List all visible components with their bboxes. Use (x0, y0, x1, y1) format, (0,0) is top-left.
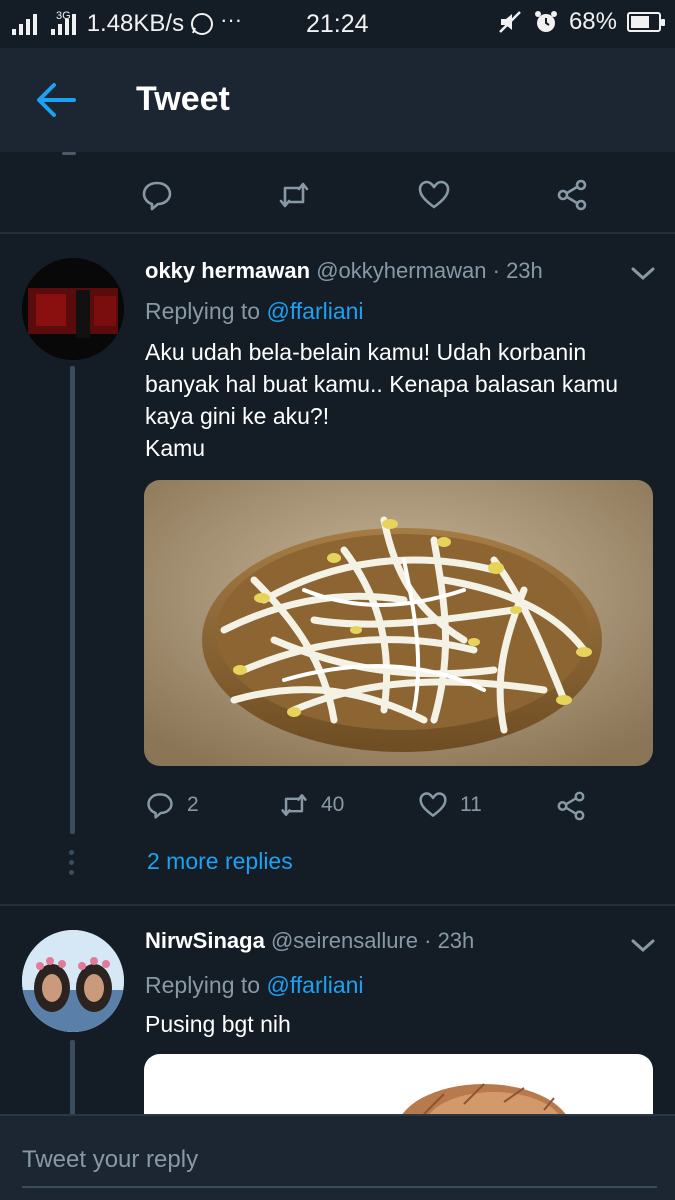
replying-to: Replying to @ffarliani (145, 298, 364, 325)
author-handle[interactable]: @seirensallure (271, 928, 418, 953)
reply-input-underline (22, 1186, 657, 1188)
status-bar: 3G 1.48KB/s ··· 21:24 68% (0, 0, 675, 48)
like-icon (419, 792, 447, 817)
author-name[interactable]: NirwSinaga (145, 928, 265, 953)
reply-action[interactable]: 2 (145, 790, 199, 820)
author-name[interactable]: okky hermawan (145, 258, 310, 283)
more-replies-dots (69, 850, 75, 880)
battery-fill (631, 16, 649, 28)
replying-prefix: Replying to (145, 298, 261, 324)
avatar[interactable] (22, 930, 124, 1032)
reply-icon (147, 793, 173, 819)
tweet-meta: okky hermawan @okkyhermawan · 23h (145, 258, 543, 284)
avatar[interactable] (22, 258, 124, 360)
retweet-icon (281, 794, 307, 816)
whatsapp-icon (191, 13, 214, 35)
reply-composer: Tweet your reply (0, 1114, 675, 1200)
share-icon[interactable] (555, 178, 589, 212)
tweet-nirw[interactable]: NirwSinaga @seirensallure · 23h Replying… (0, 906, 675, 1134)
share-icon[interactable] (555, 790, 587, 822)
like-action[interactable]: 11 (418, 790, 482, 820)
app-header: Tweet (0, 48, 675, 152)
like-count: 11 (460, 793, 482, 816)
retweet-icon[interactable] (277, 178, 311, 212)
retweet-action[interactable]: 40 (279, 790, 344, 820)
chevron-down-icon[interactable] (630, 266, 656, 282)
network-speed: 1.48KB/s (86, 10, 185, 37)
avatar-image (22, 258, 124, 360)
bean-sprouts-image (144, 480, 653, 766)
tweet-meta: NirwSinaga @seirensallure · 23h (145, 928, 474, 954)
parent-tweet-actions (0, 152, 675, 234)
mention-link[interactable]: @ffarliani (266, 972, 363, 998)
mention-link[interactable]: @ffarliani (266, 298, 363, 324)
replying-prefix: Replying to (145, 972, 261, 998)
alarm-icon (534, 11, 557, 32)
tweet-line: Aku udah bela-belain kamu! Udah korbanin (145, 339, 587, 365)
overflow-dots-icon: ··· (220, 7, 243, 32)
avatar-image (22, 930, 124, 1032)
page-title: Tweet (136, 80, 230, 118)
tweet-line: Pusing bgt nih (145, 1011, 291, 1037)
chevron-down-icon[interactable] (630, 938, 656, 954)
mute-icon (499, 11, 521, 33)
thread-line (70, 366, 75, 834)
more-replies-link[interactable]: 2 more replies (147, 848, 293, 875)
reply-input[interactable]: Tweet your reply (22, 1146, 198, 1174)
like-icon[interactable] (417, 178, 451, 212)
reply-count: 2 (187, 793, 199, 816)
battery-percent: 68% (568, 8, 617, 35)
tweet-image[interactable] (144, 480, 653, 766)
signal-icon (12, 13, 37, 35)
status-right: 68% (497, 8, 665, 36)
battery-icon (627, 12, 665, 32)
tweet-age: · 23h (492, 258, 543, 283)
author-handle[interactable]: @okkyhermawan (316, 258, 486, 283)
tweet-line: banyak hal buat kamu.. Kenapa balasan ka… (145, 371, 619, 397)
tweet-text: Pusing bgt nih (145, 1008, 645, 1040)
status-left: 3G 1.48KB/s ··· (12, 7, 243, 38)
reply-icon[interactable] (140, 178, 174, 212)
tweet-age: · 23h (424, 928, 475, 953)
tweet-text: Aku udah bela-belain kamu! Udah korbanin… (145, 336, 645, 464)
replying-to: Replying to @ffarliani (145, 972, 364, 999)
tweet-line: kaya gini ke aku?! (145, 403, 330, 429)
tweet-line: Kamu (145, 435, 206, 461)
tweet-okky[interactable]: okky hermawan @okkyhermawan · 23h Replyi… (0, 236, 675, 906)
thread-line (70, 1040, 75, 1120)
net-type-label: 3G (56, 10, 71, 22)
retweet-count: 40 (321, 793, 345, 816)
back-arrow-icon[interactable] (34, 80, 78, 120)
tweet-thread-screen: 3G 1.48KB/s ··· 21:24 68% Tweet okky her… (0, 0, 675, 1200)
clock: 21:24 (306, 10, 369, 38)
